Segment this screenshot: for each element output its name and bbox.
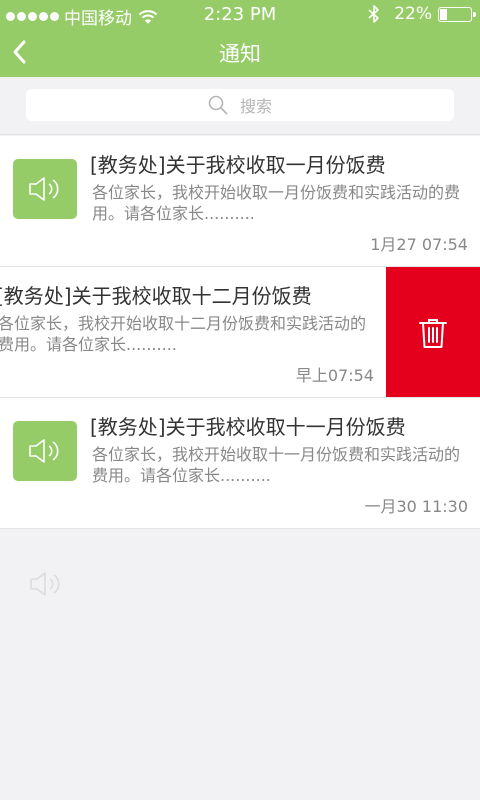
list-item-content: [教务处]关于我校收取十一月份饭费 各位家长，我校开始收取十一月份饭费和实践活动… [0,398,480,528]
notification-preview: 各位家长，我校开始收取十一月份饭费和实践活动的费用。请各位家长.........… [92,445,461,485]
notification-time: 1月27 07:54 [370,235,468,254]
speaker-icon [13,159,77,219]
delete-button[interactable] [386,267,480,397]
notification-preview: 各位家长，我校开始收取十二月份饭费和实践活动的费用。请各位家长.........… [0,314,367,354]
notification-time: 一月30 11:30 [364,497,468,516]
search-area: 搜索 [0,77,480,135]
battery-icon [438,6,476,22]
search-input[interactable]: 搜索 [26,89,454,121]
list-item[interactable]: [教务处]关于我校收取十一月份饭费 各位家长，我校开始收取十一月份饭费和实践活动… [0,398,480,529]
list-item-content: [教务处]关于我校收取十二月份饭费 各位家长，我校开始收取十二月份饭费和实践活动… [0,267,386,397]
list-item-content: [教务处]关于我校收取一月份饭费 各位家长，我校开始收取一月份饭费和实践活动的费… [0,136,480,266]
battery-level [440,8,448,20]
notification-title: [教务处]关于我校收取十二月份饭费 [0,284,312,308]
search-placeholder: 搜索 [239,97,272,116]
notification-time: 早上07:54 [295,366,374,385]
navigation-bar: 通知 [0,28,480,77]
status-right: 22% [368,4,476,24]
speaker-icon [13,421,77,481]
list-item[interactable]: [教务处]关于我校收取一月份饭费 各位家长，我校开始收取一月份饭费和实践活动的费… [0,136,480,267]
list-item[interactable]: [教务处]关于我校收取十二月份饭费 各位家长，我校开始收取十二月份饭费和实践活动… [0,267,480,398]
battery-percent: 22% [394,4,432,24]
notification-title: [教务处]关于我校收取一月份饭费 [90,153,386,177]
bluetooth-icon [368,5,380,23]
trash-icon [419,318,447,348]
notification-title: [教务处]关于我校收取十一月份饭费 [90,415,406,439]
status-bar: 中国移动 2:23 PM 22% [0,0,480,29]
search-icon [208,95,228,115]
notification-preview: 各位家长，我校开始收取一月份饭费和实践活动的费用。请各位家长.......... [92,183,461,223]
page-title: 通知 [219,42,261,66]
speaker-icon [30,572,60,596]
header: 中国移动 2:23 PM 22% 通知 [0,0,480,77]
